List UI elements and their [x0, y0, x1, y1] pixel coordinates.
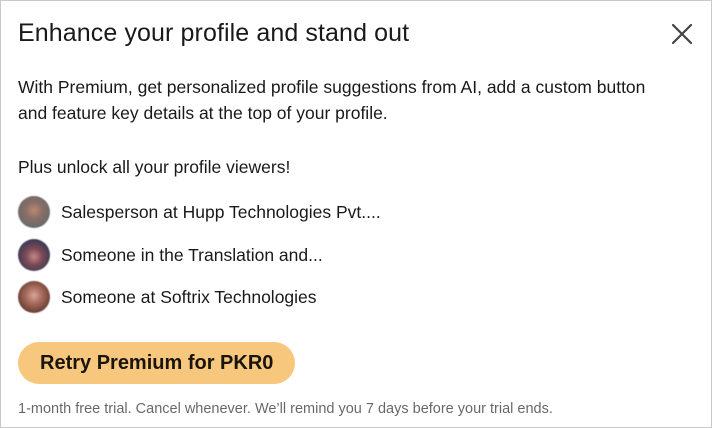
close-button[interactable]: [665, 17, 699, 51]
viewer-label: Someone at Softrix Technologies: [61, 287, 317, 307]
list-item: Someone in the Translation and...: [18, 238, 381, 271]
blurred-avatar: [18, 196, 50, 228]
trial-fine-print: 1-month free trial. Cancel whenever. We’…: [18, 401, 553, 417]
blurred-avatar: [18, 238, 50, 271]
viewer-label: Someone in the Translation and...: [61, 244, 323, 265]
retry-premium-button[interactable]: Retry Premium for PKR0: [18, 342, 296, 384]
premium-upsell-modal: Enhance your profile and stand out With …: [0, 0, 712, 428]
blurred-avatar: [18, 281, 50, 313]
modal-title: Enhance your profile and stand out: [18, 19, 410, 47]
list-item: Salesperson at Hupp Technologies Pvt....: [18, 196, 381, 228]
list-item: Someone at Softrix Technologies: [18, 281, 381, 313]
modal-description: With Premium, get personalized profile s…: [18, 77, 646, 123]
profile-viewers-list: Salesperson at Hupp Technologies Pvt....…: [18, 196, 381, 324]
viewer-label: Salesperson at Hupp Technologies Pvt....: [61, 202, 381, 222]
close-icon: [671, 23, 693, 45]
unlock-viewers-text: Plus unlock all your profile viewers!: [18, 157, 291, 177]
